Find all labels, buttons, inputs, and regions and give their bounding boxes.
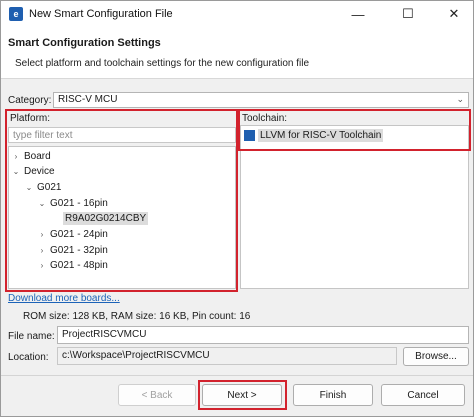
minimize-button[interactable]: — bbox=[341, 1, 375, 27]
category-value: RISC-V MCU bbox=[58, 94, 118, 105]
tree-item-device-selected[interactable]: R9A02G0214CBY bbox=[63, 212, 149, 225]
tree-item-g021-24pin[interactable]: › G021 - 24pin bbox=[37, 229, 108, 240]
maximize-button[interactable]: ☐ bbox=[391, 1, 425, 27]
tree-item-g021-32pin[interactable]: › G021 - 32pin bbox=[37, 245, 108, 256]
back-button[interactable]: < Back bbox=[118, 384, 196, 406]
toolchain-icon bbox=[244, 130, 255, 141]
tree-item-g021-48pin[interactable]: › G021 - 48pin bbox=[37, 260, 108, 271]
tree-item-g021[interactable]: ⌄ G021 bbox=[24, 182, 62, 193]
next-button[interactable]: Next > bbox=[202, 384, 282, 406]
close-button[interactable]: ✕ bbox=[437, 1, 471, 27]
platform-filter-input[interactable]: type filter text bbox=[8, 127, 236, 143]
chevron-right-icon[interactable]: › bbox=[37, 230, 47, 239]
tree-item-board[interactable]: › Board bbox=[11, 151, 51, 162]
download-boards-link[interactable]: Download more boards... bbox=[8, 293, 120, 304]
title-bar: e New Smart Configuration File — ☐ ✕ bbox=[1, 1, 473, 27]
wizard-header: Smart Configuration Settings Select plat… bbox=[1, 27, 473, 79]
tree-item-device[interactable]: ⌄ Device bbox=[11, 166, 55, 177]
category-select[interactable]: RISC-V MCU ⌄ bbox=[53, 92, 469, 108]
tree-item-label: G021 - 48pin bbox=[50, 260, 108, 271]
finish-button[interactable]: Finish bbox=[293, 384, 373, 406]
tree-item-label: G021 - 16pin bbox=[50, 198, 108, 209]
location-label: Location: bbox=[8, 352, 49, 363]
app-icon: e bbox=[9, 7, 23, 21]
tree-item-label: R9A02G0214CBY bbox=[63, 212, 149, 225]
device-info: ROM size: 128 KB, RAM size: 16 KB, Pin c… bbox=[23, 311, 251, 322]
chevron-right-icon[interactable]: › bbox=[37, 246, 47, 255]
tree-item-label: Device bbox=[24, 166, 55, 177]
tree-item-g021-16pin[interactable]: ⌄ G021 - 16pin bbox=[37, 198, 108, 209]
file-name-label: File name: bbox=[8, 331, 55, 342]
tree-item-label: G021 bbox=[37, 182, 62, 193]
window-title: New Smart Configuration File bbox=[29, 8, 173, 20]
chevron-right-icon[interactable]: › bbox=[11, 152, 21, 161]
header-title: Smart Configuration Settings bbox=[8, 37, 161, 49]
header-description: Select platform and toolchain settings f… bbox=[15, 58, 310, 69]
chevron-down-icon: ⌄ bbox=[456, 94, 464, 104]
chevron-down-icon[interactable]: ⌄ bbox=[24, 183, 34, 192]
location-input[interactable]: c:\Workspace\ProjectRISCVMCU bbox=[57, 347, 397, 365]
dialog-window: e New Smart Configuration File — ☐ ✕ Sma… bbox=[0, 0, 474, 417]
tree-item-label: Board bbox=[24, 151, 51, 162]
platform-label: Platform: bbox=[10, 113, 51, 124]
file-name-input[interactable]: ProjectRISCVMCU bbox=[57, 326, 469, 344]
cancel-button[interactable]: Cancel bbox=[381, 384, 465, 406]
browse-button[interactable]: Browse... bbox=[403, 347, 469, 366]
toolchain-item[interactable]: LLVM for RISC-V Toolchain bbox=[244, 129, 384, 142]
chevron-down-icon[interactable]: ⌄ bbox=[11, 167, 21, 176]
footer-divider bbox=[1, 375, 473, 376]
category-label: Category: bbox=[8, 95, 52, 106]
chevron-down-icon[interactable]: ⌄ bbox=[37, 199, 47, 208]
chevron-right-icon[interactable]: › bbox=[37, 261, 47, 270]
toolchain-label: Toolchain: bbox=[242, 113, 288, 124]
toolchain-list bbox=[240, 125, 469, 289]
tree-item-label: G021 - 32pin bbox=[50, 245, 108, 256]
toolchain-item-label: LLVM for RISC-V Toolchain bbox=[258, 129, 384, 142]
tree-item-label: G021 - 24pin bbox=[50, 229, 108, 240]
